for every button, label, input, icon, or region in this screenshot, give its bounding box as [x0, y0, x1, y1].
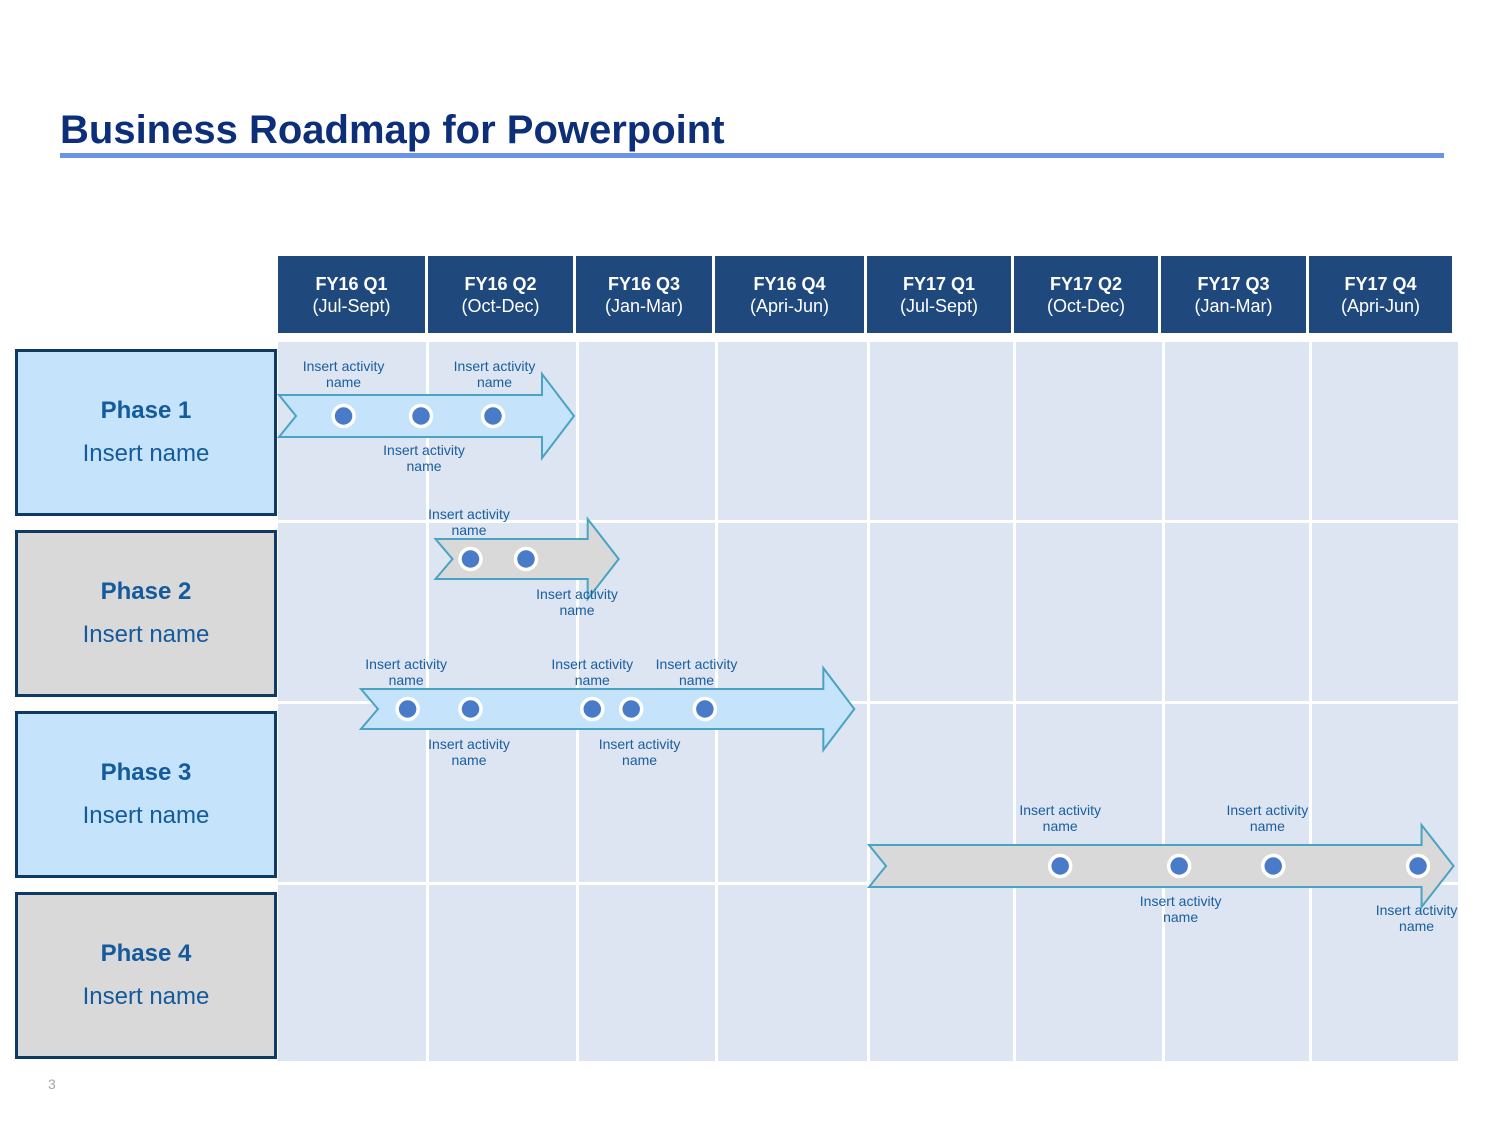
activity-label: Insert activity name [1019, 802, 1102, 834]
activity-label: Insert activity name [598, 736, 681, 768]
milestone-dot [1405, 853, 1431, 879]
milestone-dot [618, 696, 644, 722]
milestone-dot [480, 403, 506, 429]
milestone-dot [395, 696, 420, 722]
activity-label: Insert activity name [655, 656, 738, 688]
milestone-dot [458, 546, 483, 572]
activity-label: Insert activity name [428, 506, 510, 538]
activity-label: Insert activity name [453, 358, 536, 390]
activity-label: Insert activity name [1226, 802, 1309, 834]
page-number: 3 [48, 1076, 56, 1092]
milestone-dot [1261, 853, 1286, 879]
milestone-dot [692, 696, 718, 722]
milestone-dot [580, 696, 605, 722]
milestone-dot [1047, 853, 1073, 879]
milestone-dot [513, 546, 539, 572]
activity-label: Insert activity name [365, 656, 447, 688]
activity-label: Insert activity name [302, 358, 385, 390]
milestone-dot [458, 696, 483, 722]
milestone-dot [331, 403, 356, 429]
activity-label: Insert activity name [383, 442, 465, 474]
milestone-dot [1166, 853, 1192, 879]
activity-label: Insert activity name [551, 656, 634, 688]
activity-arrows [276, 371, 1455, 910]
milestone-dot [408, 403, 434, 429]
activity-label: Insert activity name [1375, 902, 1458, 934]
activity-label: Insert activity name [428, 736, 510, 768]
activity-label: Insert activity name [1139, 893, 1222, 925]
activity-label: Insert activity name [536, 586, 618, 618]
